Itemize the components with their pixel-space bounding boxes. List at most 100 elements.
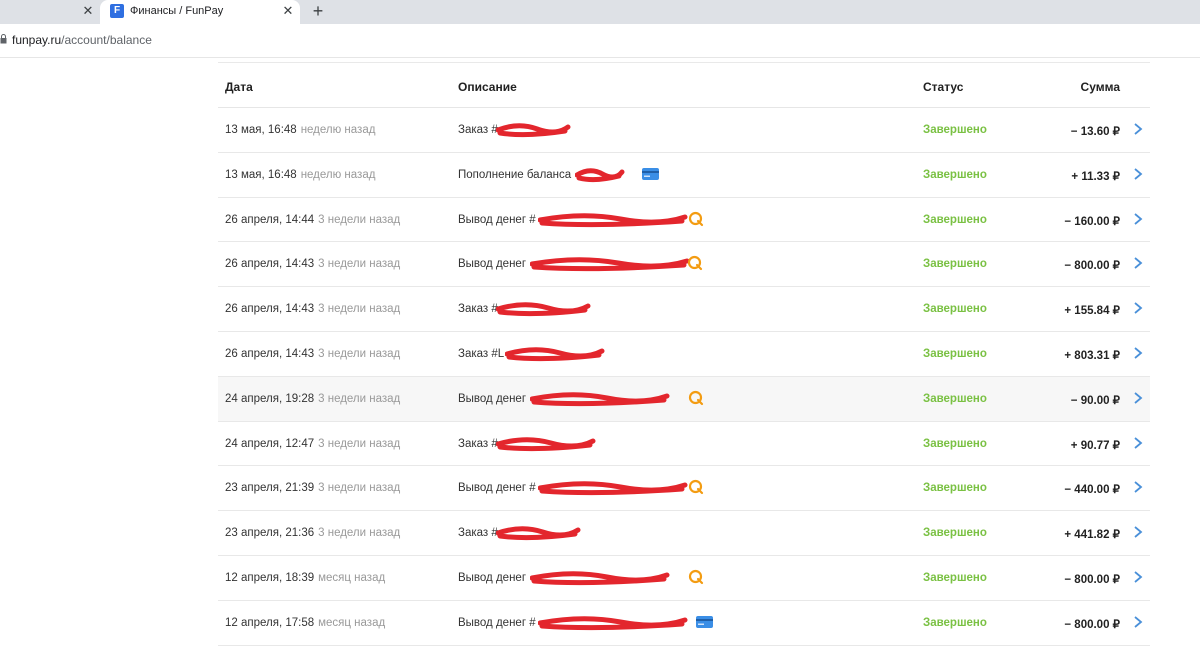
redaction-mark: [496, 123, 571, 138]
row-relative-time: неделю назад: [300, 168, 376, 181]
row-relative-time: 3 недели назад: [318, 527, 401, 540]
row-amount: + 155.84 ₽: [1064, 305, 1120, 318]
row-date: 24 апреля, 19:28 3 недели назад: [225, 392, 401, 405]
status-badge: Завершено: [923, 303, 987, 316]
redaction-mark: [575, 168, 625, 182]
table-row[interactable]: 26 апреля, 14:43 3 недели назад Заказ #L За…: [218, 332, 1150, 377]
chevron-right-icon[interactable]: [1132, 435, 1144, 451]
row-relative-time: 3 недели назад: [318, 482, 401, 495]
table-row[interactable]: 24 апреля, 19:28 3 недели назад Вывод дене…: [218, 376, 1150, 422]
close-icon[interactable]: ✕: [280, 3, 296, 19]
table-row[interactable]: 23 апреля, 21:39 3 недели назад Вывод дене…: [218, 466, 1150, 512]
qiwi-icon: [688, 569, 704, 588]
header-status: Статус: [923, 80, 964, 94]
row-relative-time: 3 недели назад: [318, 258, 401, 271]
active-tab[interactable]: F Финансы / FunPay ✕: [100, 0, 300, 24]
chevron-right-icon[interactable]: [1132, 390, 1144, 406]
redaction-mark: [530, 392, 670, 406]
redaction-mark: [530, 257, 690, 272]
status-badge: Завершено: [923, 527, 987, 540]
table-row[interactable]: 12 апреля, 17:58 месяц назад Вывод денег #…: [218, 601, 1150, 646]
close-icon[interactable]: ✕: [80, 3, 96, 19]
row-amount: − 800.00 ₽: [1064, 260, 1120, 273]
inactive-tab[interactable]: ✕: [0, 0, 100, 24]
bank-card-icon: [642, 167, 659, 183]
row-description: Вывод денег #: [458, 482, 536, 495]
table-row[interactable]: 13 мая, 16:48 неделю назад Пополнение бала…: [218, 153, 1150, 198]
header-date: Дата: [225, 80, 253, 94]
row-date: 23 апреля, 21:39 3 недели назад: [225, 482, 401, 495]
qiwi-icon: [688, 390, 704, 409]
chevron-right-icon[interactable]: [1132, 479, 1144, 495]
address-bar[interactable]: funpay.ru/account/balance: [0, 24, 1200, 58]
chevron-right-icon[interactable]: [1132, 166, 1144, 182]
redaction-mark: [496, 436, 596, 451]
table-row[interactable]: 26 апреля, 14:43 3 недели назад Заказ # Зав…: [218, 287, 1150, 332]
status-badge: Завершено: [923, 616, 987, 629]
chevron-right-icon[interactable]: [1132, 121, 1144, 137]
row-relative-time: 3 недели назад: [318, 347, 401, 360]
chevron-right-icon[interactable]: [1132, 345, 1144, 361]
row-date: 26 апреля, 14:43 3 недели назад: [225, 258, 401, 271]
row-amount: + 803.31 ₽: [1064, 349, 1120, 362]
row-relative-time: 3 недели назад: [318, 213, 401, 226]
new-tab-button[interactable]: +: [308, 1, 328, 21]
row-relative-time: 3 недели назад: [318, 392, 401, 405]
table-row[interactable]: 23 апреля, 21:36 3 недели назад Заказ # Зав…: [218, 511, 1150, 556]
table-row[interactable]: 26 апреля, 14:43 3 недели назад Вывод дене…: [218, 242, 1150, 288]
chevron-right-icon[interactable]: [1132, 524, 1144, 540]
row-date: 23 апреля, 21:36 3 недели назад: [225, 527, 401, 540]
row-amount: − 90.00 ₽: [1070, 394, 1120, 407]
row-description: Заказ #: [458, 437, 498, 450]
status-badge: Завершено: [923, 437, 987, 450]
tab-title: Финансы / FunPay: [130, 5, 224, 17]
row-description: Вывод денег: [458, 392, 527, 405]
qiwi-icon: [688, 211, 704, 230]
row-description: Вывод денег: [458, 258, 527, 271]
qiwi-icon: [688, 479, 704, 498]
row-description: Вывод денег: [458, 571, 527, 584]
row-date: 26 апреля, 14:43 3 недели назад: [225, 303, 401, 316]
redaction-mark: [538, 481, 688, 496]
row-relative-time: месяц назад: [318, 571, 386, 584]
status-badge: Завершено: [923, 347, 987, 360]
chevron-right-icon[interactable]: [1132, 211, 1144, 227]
row-amount: − 13.60 ₽: [1070, 126, 1120, 138]
row-date: 26 апреля, 14:44 3 недели назад: [225, 213, 401, 226]
row-description: Пополнение баланса: [458, 168, 572, 181]
chevron-right-icon[interactable]: [1132, 614, 1144, 630]
url-text[interactable]: funpay.ru/account/balance: [12, 33, 152, 47]
chevron-right-icon[interactable]: [1132, 569, 1144, 585]
row-amount: + 441.82 ₽: [1064, 529, 1120, 542]
row-amount: − 440.00 ₽: [1064, 484, 1120, 497]
redaction-mark: [496, 526, 581, 541]
row-description: Заказ #: [458, 124, 498, 136]
redaction-mark: [530, 571, 670, 586]
row-relative-time: 3 недели назад: [318, 437, 401, 450]
redaction-mark: [538, 212, 688, 227]
row-description: Вывод денег #: [458, 616, 536, 629]
row-description: Заказ #: [458, 527, 498, 540]
row-amount: − 800.00 ₽: [1064, 618, 1120, 631]
bank-card-icon: [696, 615, 713, 631]
table-row[interactable]: 13 мая, 16:48 неделю назад Заказ # Завершен…: [218, 108, 1150, 153]
status-badge: Завершено: [923, 392, 987, 405]
row-amount: − 160.00 ₽: [1064, 215, 1120, 228]
status-badge: Завершено: [923, 571, 987, 584]
row-amount: − 800.00 ₽: [1064, 573, 1120, 586]
table-row[interactable]: 12 апреля, 18:39 месяц назад Вывод денег За…: [218, 556, 1150, 601]
transactions-table: Дата Описание Статус Сумма 13 мая, 16:48…: [218, 62, 1150, 646]
row-relative-time: месяц назад: [318, 616, 386, 629]
table-body: 13 мая, 16:48 неделю назад Заказ # Завершен…: [218, 108, 1150, 646]
chevron-right-icon[interactable]: [1132, 300, 1144, 316]
chevron-right-icon[interactable]: [1132, 255, 1144, 271]
status-badge: Завершено: [923, 124, 987, 136]
row-description: Заказ #L: [458, 347, 505, 360]
status-badge: Завершено: [923, 482, 987, 495]
lock-icon[interactable]: [0, 34, 7, 44]
table-row[interactable]: 24 апреля, 12:47 3 недели назад Заказ # Зав…: [218, 422, 1150, 467]
qiwi-icon: [687, 255, 703, 274]
row-date: 13 мая, 16:48 неделю назад: [225, 168, 376, 181]
table-row[interactable]: 26 апреля, 14:44 3 недели назад Вывод дене…: [218, 198, 1150, 243]
row-date: 13 мая, 16:48 неделю назад: [225, 124, 376, 136]
